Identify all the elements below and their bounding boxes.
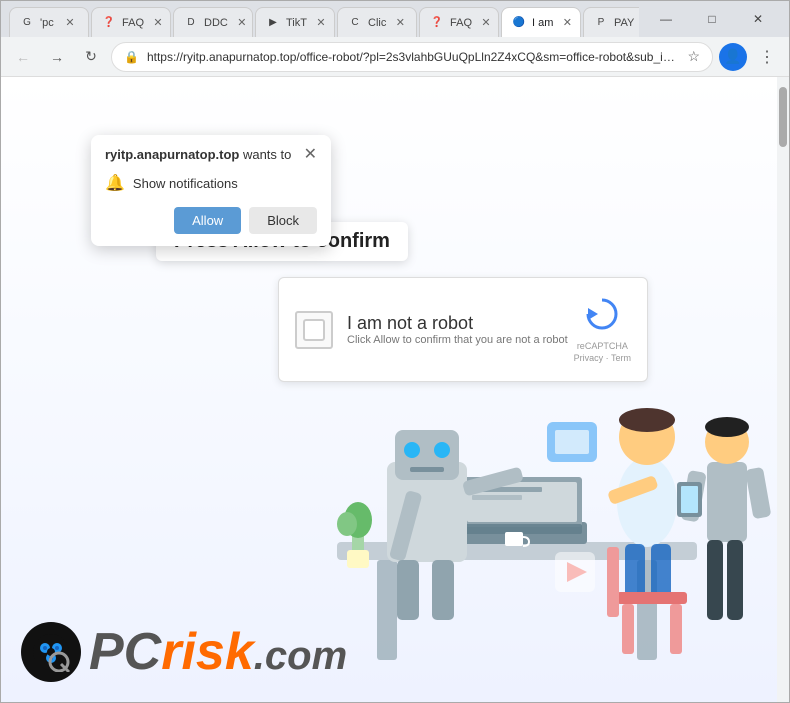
tab-6-label: FAQ <box>450 17 472 29</box>
forward-button[interactable]: → <box>43 43 71 71</box>
tab-3[interactable]: D DDC ✕ <box>173 7 253 37</box>
nav-bar: ← → ↻ 🔒 https://ryitp.anapurnatop.top/of… <box>1 37 789 77</box>
notification-popup: ryitp.anapurnatop.top wants to ✕ 🔔 Show … <box>91 135 331 246</box>
notif-buttons: Allow Block <box>105 207 317 234</box>
notif-close-icon[interactable]: ✕ <box>304 147 317 163</box>
notif-header: ryitp.anapurnatop.top wants to ✕ <box>105 147 317 163</box>
minimize-button[interactable]: — <box>643 3 689 35</box>
tab-1-label: 'pc <box>40 17 54 29</box>
captcha-text-block: I am not a robot Click Allow to confirm … <box>347 313 568 346</box>
notif-row-text: Show notifications <box>133 176 238 191</box>
recaptcha-links: Privacy · Term <box>574 353 631 363</box>
page-content: I am not a robot Click Allow to confirm … <box>1 77 777 702</box>
tab-6-close[interactable]: ✕ <box>478 15 494 31</box>
block-button[interactable]: Block <box>249 207 317 234</box>
refresh-button[interactable]: ↻ <box>77 43 105 71</box>
tab-1-close[interactable]: ✕ <box>62 15 78 31</box>
lock-icon: 🔒 <box>124 50 139 64</box>
tab-4[interactable]: ▶ TikT ✕ <box>255 7 335 37</box>
tab-6[interactable]: ❓ FAQ ✕ <box>419 7 499 37</box>
captcha-title: I am not a robot <box>347 313 568 334</box>
tab-strip: G 'pc ✕ ❓ FAQ ✕ D DDC ✕ ▶ TikT ✕ <box>9 1 639 37</box>
captcha-subtitle: Click Allow to confirm that you are not … <box>347 334 568 346</box>
tab-5-close[interactable]: ✕ <box>392 15 408 31</box>
tab-7-favicon: 🔵 <box>512 16 526 30</box>
tab-1[interactable]: G 'pc ✕ <box>9 7 89 37</box>
pcrisk-domain: .com <box>254 634 347 678</box>
tab-7-close[interactable]: ✕ <box>559 15 575 31</box>
tab-5[interactable]: C Clic ✕ <box>337 7 417 37</box>
bookmark-icon[interactable]: ☆ <box>687 48 700 65</box>
window-controls: — □ ✕ <box>643 3 781 35</box>
tab-6-favicon: ❓ <box>430 16 444 30</box>
tab-3-close[interactable]: ✕ <box>234 15 250 31</box>
recaptcha-icon <box>584 296 620 339</box>
captcha-left: I am not a robot Click Allow to confirm … <box>295 311 568 349</box>
tab-5-label: Clic <box>368 17 386 29</box>
tab-1-favicon: G <box>20 16 34 30</box>
menu-button[interactable]: ⋮ <box>753 43 781 71</box>
notif-title: ryitp.anapurnatop.top wants to <box>105 147 291 162</box>
tab-2-close[interactable]: ✕ <box>150 15 166 31</box>
notif-title-bold: ryitp.anapurnatop.top <box>105 147 239 162</box>
address-text: https://ryitp.anapurnatop.top/office-rob… <box>147 50 679 64</box>
tab-7-label: I am <box>532 17 553 29</box>
notif-title-rest: wants to <box>239 147 291 162</box>
pcrisk-pc: PC <box>89 623 161 681</box>
maximize-button[interactable]: □ <box>689 3 735 35</box>
captcha-checkbox[interactable] <box>295 311 333 349</box>
captcha-right: reCAPTCHA Privacy · Term <box>574 296 631 363</box>
tab-8-favicon: P <box>594 16 608 30</box>
tab-3-favicon: D <box>184 16 198 30</box>
tab-2[interactable]: ❓ FAQ ✕ <box>91 7 171 37</box>
captcha-box: I am not a robot Click Allow to confirm … <box>278 277 648 382</box>
title-bar: G 'pc ✕ ❓ FAQ ✕ D DDC ✕ ▶ TikT ✕ <box>1 1 789 37</box>
address-bar[interactable]: 🔒 https://ryitp.anapurnatop.top/office-r… <box>111 42 713 72</box>
recaptcha-label: reCAPTCHA <box>577 341 628 351</box>
allow-button[interactable]: Allow <box>174 207 241 234</box>
tab-4-close[interactable]: ✕ <box>313 15 329 31</box>
back-button[interactable]: ← <box>9 43 37 71</box>
scrollbar[interactable] <box>777 77 789 702</box>
tab-5-favicon: C <box>348 16 362 30</box>
tab-8[interactable]: P PAY ✕ <box>583 7 639 37</box>
pcrisk-logo: PCrisk.com <box>21 622 347 682</box>
tab-4-favicon: ▶ <box>266 16 280 30</box>
pcrisk-text: PCrisk.com <box>89 626 347 678</box>
tab-3-label: DDC <box>204 17 228 29</box>
tab-8-label: PAY <box>614 17 634 29</box>
scrollbar-thumb[interactable] <box>779 87 787 147</box>
tab-2-favicon: ❓ <box>102 16 116 30</box>
pcrisk-risk: risk <box>161 623 254 681</box>
bell-icon: 🔔 <box>105 173 125 193</box>
browser-window: G 'pc ✕ ❓ FAQ ✕ D DDC ✕ ▶ TikT ✕ <box>0 0 790 703</box>
pcrisk-icon <box>21 622 81 682</box>
tab-7-active[interactable]: 🔵 I am ✕ <box>501 7 581 37</box>
content-area: I am not a robot Click Allow to confirm … <box>1 77 789 702</box>
profile-button[interactable]: 👤 <box>719 43 747 71</box>
close-button[interactable]: ✕ <box>735 3 781 35</box>
tab-4-label: TikT <box>286 17 307 29</box>
tab-2-label: FAQ <box>122 17 144 29</box>
notif-row: 🔔 Show notifications <box>105 173 317 193</box>
